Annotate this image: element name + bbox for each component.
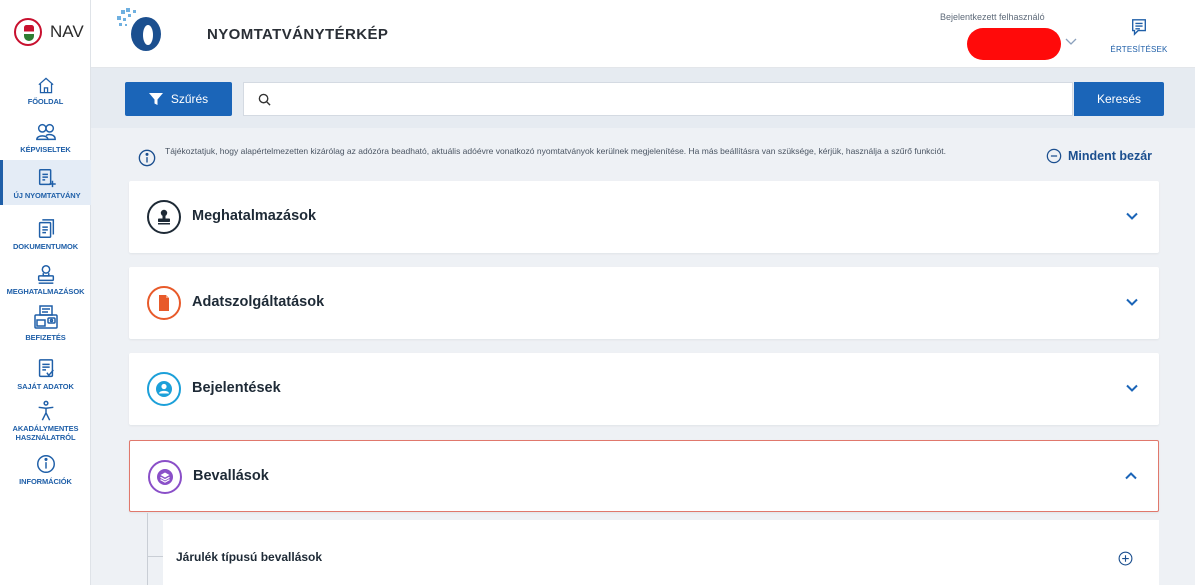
stamp-icon	[147, 200, 181, 234]
sidebar-item-befizetes[interactable]: BEFIZETÉS	[0, 303, 91, 345]
sidebar-item-uj-nyomtatvany[interactable]: ÚJ NYOMTATVÁNY	[0, 160, 91, 205]
chevron-down-icon	[1126, 298, 1138, 306]
nav-brand[interactable]: NAV	[14, 18, 84, 46]
document-icon	[147, 286, 181, 320]
tree-branch	[147, 556, 163, 557]
notifications-button[interactable]: ÉRTESÍTÉSEK	[1109, 18, 1169, 54]
sidebar-item-label: BEFIZETÉS	[25, 333, 66, 342]
collapse-all-label: Mindent bezár	[1068, 149, 1153, 163]
search-field[interactable]	[243, 82, 1073, 116]
user-label: Bejelentkezett felhasználó	[940, 12, 1045, 22]
search-bar: Szűrés Keresés	[91, 68, 1195, 128]
search-icon	[258, 93, 271, 106]
layers-icon	[148, 460, 182, 494]
subcategory-card-jarulek[interactable]: Járulék típusú bevallások	[163, 520, 1159, 585]
people-icon	[35, 123, 56, 141]
category-card-bejelentesek[interactable]: Bejelentések	[129, 353, 1159, 425]
info-icon	[36, 455, 55, 473]
payment-icon	[33, 305, 58, 329]
sidebar-item-informaciok[interactable]: INFORMÁCIÓK	[0, 453, 91, 489]
nav-logo-icon	[14, 18, 42, 46]
sidebar-item-sajat-adatok[interactable]: SAJÁT ADATOK	[0, 358, 91, 394]
authorization-icon	[37, 265, 54, 284]
sidebar-item-label: ÚJ NYOMTATVÁNY	[13, 191, 81, 200]
sidebar-item-label: AKADÁLYMENTES HASZNÁLATRÓL	[12, 424, 79, 442]
chevron-down-icon	[1126, 212, 1138, 220]
sidebar-item-label: KÉPVISELTEK	[20, 145, 71, 154]
filter-icon	[148, 93, 163, 105]
subcategory-title: Járulék típusú bevallások	[176, 550, 323, 564]
sidebar-item-label: MEGHATALMAZÁSOK	[6, 287, 85, 296]
collapse-all-button[interactable]: Mindent bezár	[1046, 148, 1152, 164]
documents-icon	[38, 219, 54, 238]
own-data-icon	[38, 359, 54, 378]
info-circle-icon	[138, 149, 156, 167]
top-header: NYOMTATVÁNYTÉRKÉP Bejelentkezett felhasz…	[91, 0, 1195, 68]
chevron-up-icon	[1125, 472, 1137, 480]
search-input[interactable]	[281, 84, 1072, 114]
category-card-bevallasok[interactable]: Bevallások	[129, 440, 1159, 512]
filter-label: Szűrés	[170, 92, 209, 106]
info-text: Tájékoztatjuk, hogy alapértelmezetten ki…	[165, 146, 947, 156]
home-icon	[37, 77, 54, 94]
sidebar-item-dokumentumok[interactable]: DOKUMENTUMOK	[0, 218, 91, 254]
chevron-down-icon	[1126, 384, 1138, 392]
category-title: Bejelentések	[192, 380, 281, 396]
plus-circle-icon[interactable]	[1118, 551, 1133, 566]
user-name-redacted[interactable]	[967, 28, 1061, 60]
sidebar-item-meghatalmazasok[interactable]: MEGHATALMAZÁSOK	[0, 263, 91, 299]
chevron-down-icon[interactable]	[1064, 36, 1078, 46]
category-card-adatszolgaltatasok[interactable]: Adatszolgáltatások	[129, 267, 1159, 339]
new-form-icon	[38, 169, 56, 188]
category-title: Adatszolgáltatások	[192, 294, 325, 310]
page-title: NYOMTATVÁNYTÉRKÉP	[207, 26, 389, 43]
search-button[interactable]: Keresés	[1074, 82, 1164, 116]
category-card-meghatalmazasok[interactable]: Meghatalmazások	[129, 181, 1159, 253]
sidebar-item-fooldal[interactable]: FŐOLDAL	[0, 76, 91, 106]
category-title: Bevallások	[193, 468, 269, 484]
info-notice: Tájékoztatjuk, hogy alapértelmezetten ki…	[138, 145, 1038, 167]
category-title: Meghatalmazások	[192, 208, 317, 224]
sidebar-item-label: FŐOLDAL	[27, 97, 64, 106]
notifications-label: ÉRTESÍTÉSEK	[1110, 45, 1168, 54]
sidebar-item-kepviseltek[interactable]: KÉPVISELTEK	[0, 121, 91, 157]
minus-circle-icon	[1046, 148, 1062, 164]
sidebar-item-label: INFORMÁCIÓK	[19, 477, 72, 486]
filter-button[interactable]: Szűrés	[125, 82, 232, 116]
sidebar-item-label: DOKUMENTUMOK	[12, 242, 79, 251]
person-icon	[147, 372, 181, 406]
sidebar: NAV FŐOLDAL KÉPVISELTEK ÚJ NYOMTATVÁNY D…	[0, 0, 91, 585]
brand-name: NAV	[50, 22, 84, 41]
sidebar-item-label: SAJÁT ADATOK	[17, 382, 74, 391]
accessibility-icon	[38, 400, 53, 421]
onya-logo-icon[interactable]	[115, 6, 167, 54]
tree-line	[147, 513, 148, 585]
sidebar-item-akadalymentes[interactable]: AKADÁLYMENTES HASZNÁLATRÓL	[0, 400, 91, 450]
notification-icon	[1132, 19, 1146, 36]
